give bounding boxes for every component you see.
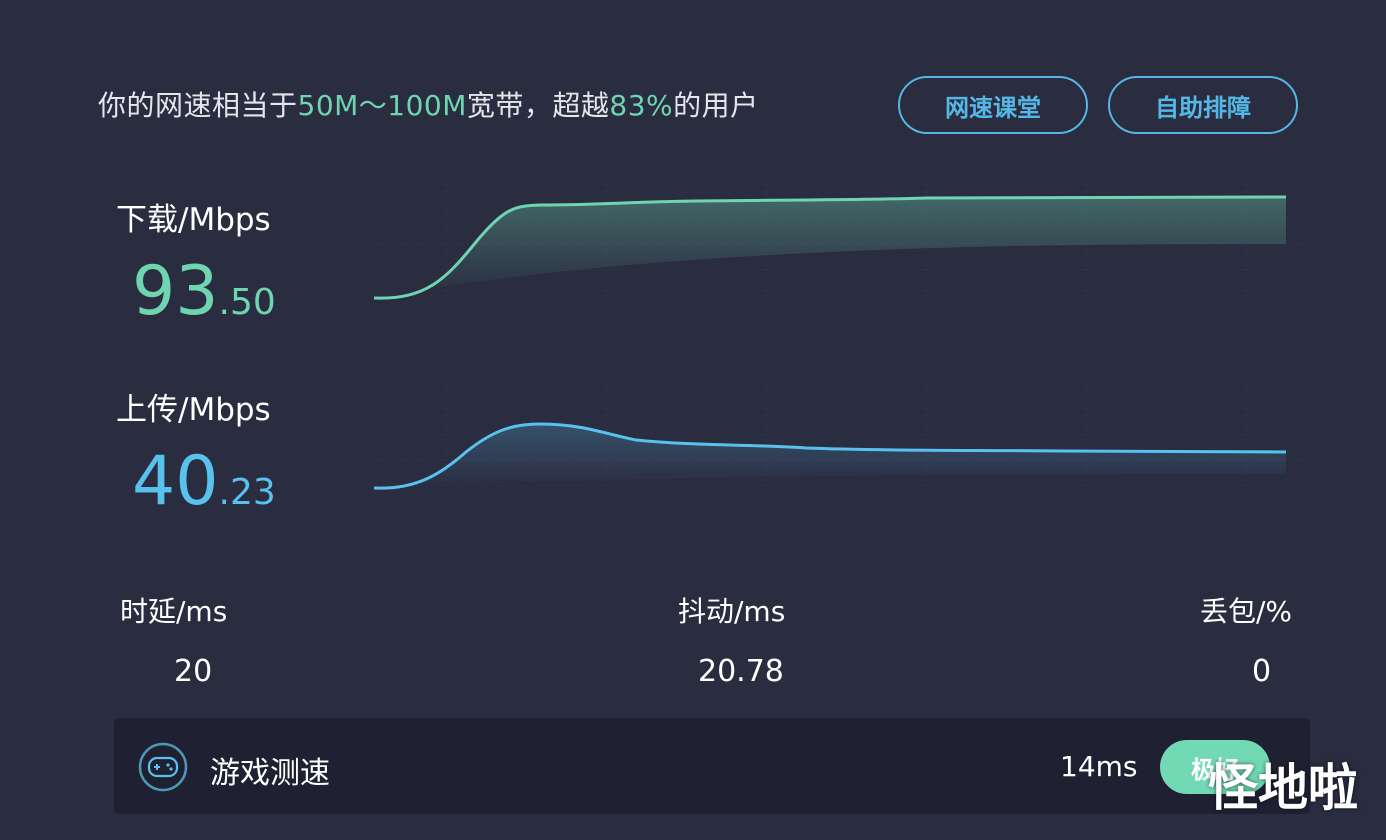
summary-text-1: 你的网速相当于: [98, 89, 298, 122]
upload-chart-area: [374, 424, 1286, 489]
download-value-int: 93: [132, 252, 219, 331]
jitter-label: 抖动/ms: [678, 595, 786, 628]
upload-value-int: 40: [132, 442, 219, 521]
speed-summary: 你的网速相当于50M～100M宽带，超越83%的用户: [98, 84, 759, 124]
upload-value-dec: .23: [218, 472, 276, 513]
jitter-value: 20.78: [698, 654, 784, 689]
summary-range: 50M～100M: [297, 89, 467, 122]
download-value: 93.50: [132, 252, 276, 331]
upload-label: 上传/Mbps: [116, 392, 271, 428]
summary-percent: 83%: [609, 89, 674, 122]
download-value-dec: .50: [218, 282, 276, 323]
self-help-button[interactable]: 自助排障: [1108, 76, 1298, 134]
upload-value: 40.23: [132, 442, 276, 521]
speed-test-result-panel: 你的网速相当于50M～100M宽带，超越83%的用户 网速课堂 自助排障 下载/…: [0, 0, 1386, 840]
game-speed-label: 游戏测速: [210, 756, 330, 791]
game-speed-test-row[interactable]: 游戏测速 14ms 极好: [114, 718, 1310, 814]
watermark-text: 怪地啦: [1208, 759, 1358, 817]
gamepad-icon: [138, 742, 188, 792]
game-latency-value: 14ms: [1060, 750, 1138, 783]
download-label: 下载/Mbps: [116, 202, 271, 238]
latency-value: 20: [174, 654, 213, 689]
download-speed-chart: [366, 184, 1306, 304]
summary-text-3: 的用户: [673, 89, 759, 122]
latency-label: 时延/ms: [120, 595, 228, 628]
packet-loss-label: 丢包/%: [1200, 595, 1293, 628]
upload-speed-chart: [366, 374, 1306, 494]
packet-loss-value: 0: [1252, 654, 1272, 689]
summary-text-2: 宽带，超越: [466, 89, 610, 122]
speed-class-button[interactable]: 网速课堂: [898, 76, 1088, 134]
download-chart-area: [374, 197, 1286, 299]
